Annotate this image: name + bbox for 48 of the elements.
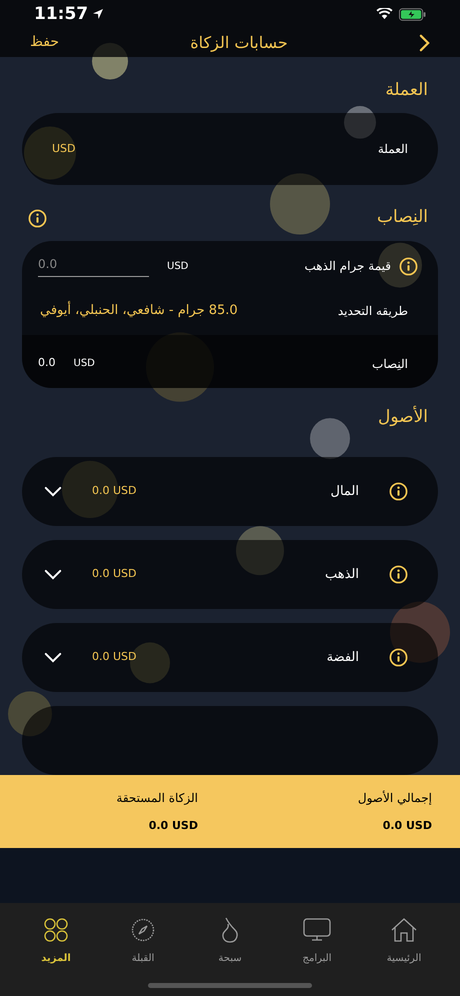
gram-price-label: قيمة جرام الذهب — [304, 258, 391, 275]
section-title: النِصاب — [377, 206, 428, 230]
chevron-icon[interactable] — [44, 652, 62, 663]
nisab-label: النِصاب — [372, 356, 408, 372]
asset-amount: 0.0 USD — [92, 649, 136, 666]
summary-label: إجمالي الأصول — [356, 790, 432, 807]
tab-item[interactable]: البرامج — [285, 915, 349, 966]
method-value[interactable]: 85.0 جرام - شافعي، الحنبلي، أيوفي — [40, 301, 238, 321]
asset-amount: 0.0 USD — [92, 483, 136, 500]
back-chevron-icon[interactable] — [419, 34, 430, 52]
summary-label: الزكاة المستحقة — [115, 790, 198, 807]
screen-title: حسابات الزكاة — [190, 32, 288, 54]
save-button[interactable]: حفظ — [30, 32, 60, 54]
method-label: طريقه التحديد — [338, 303, 408, 320]
tab-item[interactable]: القبلة — [111, 915, 175, 966]
currency-code: USD — [74, 357, 95, 371]
chevron-icon[interactable] — [44, 569, 62, 580]
currency-code: USD — [167, 260, 188, 274]
info-icon[interactable] — [389, 648, 408, 667]
currency-label: العملة — [378, 141, 408, 158]
home-icon — [390, 917, 418, 943]
status-time: 11:57 — [34, 2, 88, 26]
compass-icon — [131, 918, 155, 942]
asset-amount: 0.0 USD — [92, 566, 136, 582]
summary-value: 0.0 USD — [148, 818, 198, 834]
tab-item[interactable]: الرئيسية — [372, 915, 436, 966]
asset-name: المال — [330, 482, 359, 501]
battery-icon — [399, 8, 426, 21]
info-icon[interactable] — [389, 482, 408, 501]
info-icon[interactable] — [399, 256, 418, 276]
section-title: العملة — [385, 78, 428, 102]
asset-name: الذهب — [324, 566, 359, 584]
tab-item[interactable]: سبحة — [198, 915, 262, 966]
section-title: الأصول — [378, 404, 428, 428]
location-arrow-icon — [92, 8, 104, 20]
asset-name: الفضة — [326, 648, 359, 667]
info-icon[interactable] — [389, 565, 408, 584]
summary-value: 0.0 USD — [382, 818, 432, 834]
gram-price-input[interactable]: 0.0 — [38, 255, 149, 277]
grid-icon — [44, 918, 68, 942]
tab-item[interactable]: المزيد — [24, 915, 88, 966]
chevron-icon[interactable] — [44, 486, 62, 497]
monitor-icon — [303, 918, 331, 942]
info-icon[interactable] — [28, 208, 47, 228]
nisab-value: 0.0 — [38, 355, 56, 372]
wifi-icon — [376, 8, 393, 20]
drop-icon — [220, 917, 240, 943]
currency-value: USD — [52, 140, 76, 157]
